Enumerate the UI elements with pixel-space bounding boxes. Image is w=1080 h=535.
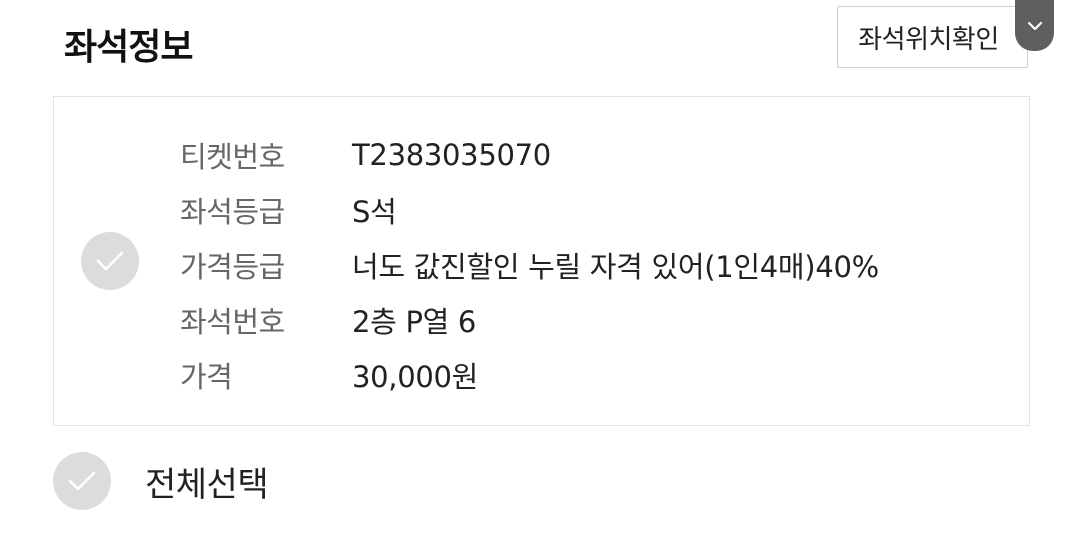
price-grade-label: 가격등급 [180, 249, 285, 284]
seat-grade-label: 좌석등급 [180, 194, 285, 229]
seat-info-page: 좌석정보 좌석위치확인 티켓번호 T2383035070 좌석등급 S석 가격등… [0, 0, 1080, 535]
seat-card: 티켓번호 T2383035070 좌석등급 S석 가격등급 너도 값진할인 누릴… [53, 96, 1030, 426]
ticket-number-label: 티켓번호 [180, 139, 285, 174]
price-grade-value: 너도 값진할인 누릴 자격 있어(1인4매)40% [352, 249, 879, 284]
select-all-checkbox[interactable] [53, 452, 111, 510]
select-all-toggle[interactable]: 전체선택 [53, 452, 269, 510]
seat-grade-row: 좌석등급 S석 [180, 182, 879, 237]
price-row: 가격 30,000원 [180, 347, 879, 402]
chevron-down-icon [1027, 21, 1042, 30]
collapse-toggle[interactable] [1015, 0, 1054, 51]
check-icon [68, 471, 96, 491]
seat-select-checkbox[interactable] [81, 232, 139, 290]
check-icon [96, 251, 124, 271]
seat-info-table: 티켓번호 T2383035070 좌석등급 S석 가격등급 너도 값진할인 누릴… [180, 127, 879, 402]
seat-number-label: 좌석번호 [180, 304, 285, 339]
ticket-number-row: 티켓번호 T2383035070 [180, 127, 879, 182]
price-label: 가격 [180, 359, 233, 394]
price-grade-row: 가격등급 너도 값진할인 누릴 자격 있어(1인4매)40% [180, 237, 879, 292]
seat-location-button[interactable]: 좌석위치확인 [837, 6, 1028, 68]
section-title: 좌석정보 [64, 27, 193, 68]
select-all-label: 전체선택 [145, 464, 269, 505]
seat-grade-value: S석 [352, 194, 397, 229]
ticket-number-value: T2383035070 [352, 137, 551, 172]
price-value: 30,000원 [352, 359, 479, 394]
seat-number-value: 2층 P열 6 [352, 304, 477, 339]
seat-number-row: 좌석번호 2층 P열 6 [180, 292, 879, 347]
